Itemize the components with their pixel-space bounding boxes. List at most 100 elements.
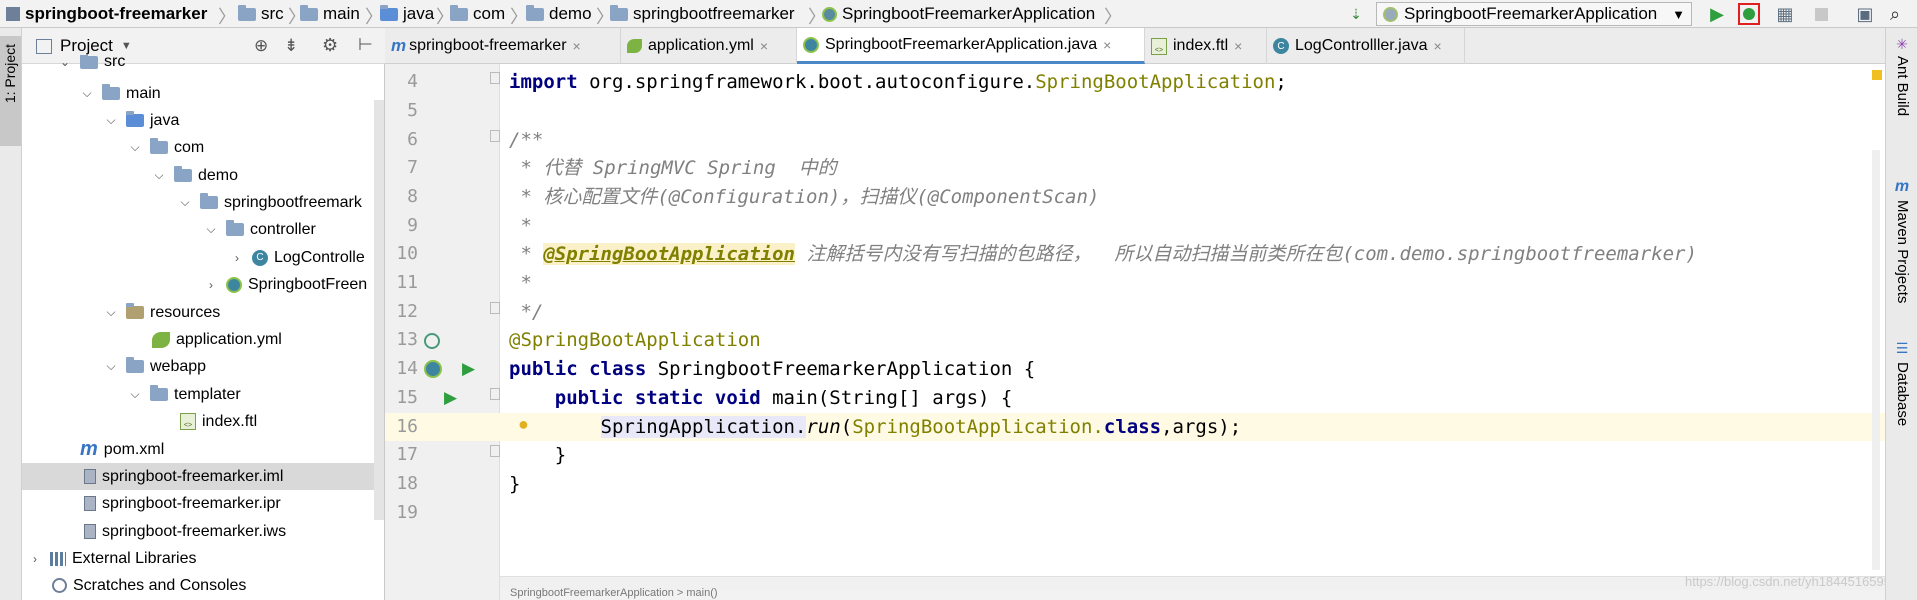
fold-icon[interactable] — [490, 72, 500, 84]
ant-build-tab[interactable]: ✳ Ant Build — [1891, 36, 1913, 166]
hide-panel-icon[interactable]: ⊢ — [358, 35, 373, 55]
fold-icon[interactable] — [490, 302, 500, 314]
search-icon[interactable]: ⌕ — [1884, 3, 1906, 25]
breadcrumb-com[interactable]: com — [450, 0, 505, 28]
code-text: SpringbootFreemarkerApplication { — [646, 358, 1036, 380]
tree-item-templater[interactable]: ⌵ templater — [128, 381, 241, 408]
tab-logcontrolller-java[interactable]: C LogControlller.java × — [1267, 28, 1465, 64]
springboot-class-icon[interactable] — [424, 360, 442, 378]
close-icon[interactable]: × — [760, 38, 768, 54]
close-icon[interactable]: × — [573, 38, 581, 54]
breadcrumb-java-label: java — [403, 4, 435, 23]
tree-item-main[interactable]: ⌵ main — [80, 80, 161, 107]
code-line-11: * — [509, 272, 532, 294]
run-gutter-icon[interactable]: ▶ — [462, 359, 475, 379]
iml-icon — [84, 496, 96, 511]
line-number: 11 — [396, 272, 418, 293]
project-structure-icon[interactable]: ▣ — [1854, 3, 1876, 25]
tab-springbootfreemarkerapplication-java[interactable]: SpringbootFreemarkerApplication.java × — [797, 28, 1145, 64]
tab-springboot-freemarker[interactable]: m springboot-freemarker × — [385, 28, 621, 64]
tree-item-scratches[interactable]: Scratches and Consoles — [52, 572, 246, 599]
breadcrumb-springbootfreemarker[interactable]: springbootfreemarker — [610, 0, 795, 28]
tab-index-ftl[interactable]: <> index.ftl × — [1145, 28, 1267, 64]
tree-item-springbootfreemarkerapplication[interactable]: › SpringbootFreen — [204, 271, 385, 298]
tree-item-src[interactable]: ⌄ src — [58, 55, 125, 69]
fold-icon[interactable] — [490, 388, 500, 400]
package-icon — [174, 166, 192, 182]
breadcrumb-project-label: springboot-freemarker — [25, 4, 208, 23]
class-icon: C — [1273, 38, 1289, 54]
inspection-marker-icon[interactable] — [1872, 70, 1882, 80]
maven-projects-tab[interactable]: m Maven Projects — [1891, 178, 1913, 328]
tree-item-ipr[interactable]: springboot-freemarker.ipr — [84, 490, 281, 517]
line-number: 6 — [407, 129, 418, 150]
tree-item-pom-xml[interactable]: m pom.xml — [80, 436, 164, 463]
tree-item-webapp[interactable]: ⌵ webapp — [104, 353, 206, 380]
tree-item-label: templater — [174, 385, 241, 403]
breadcrumb-src[interactable]: src — [238, 0, 284, 28]
fold-icon[interactable] — [490, 445, 500, 457]
folder-icon — [238, 4, 256, 21]
tab-label: SpringbootFreemarkerApplication.java — [825, 35, 1098, 53]
tree-item-com[interactable]: ⌵ com — [128, 134, 204, 161]
database-label: Database — [1894, 362, 1911, 427]
tree-item-java[interactable]: ⌵ java — [104, 107, 179, 134]
bean-icon[interactable] — [424, 333, 440, 349]
springboot-class-icon — [1383, 6, 1398, 22]
close-icon[interactable]: × — [1434, 38, 1442, 54]
close-icon[interactable]: × — [1103, 37, 1111, 53]
code-text: ; — [1275, 71, 1287, 93]
debug-icon[interactable] — [1738, 3, 1760, 25]
tree-item-controller[interactable]: ⌵ controller — [204, 216, 316, 243]
tab-application-yml[interactable]: application.yml × — [621, 28, 797, 64]
editor-scrollbar[interactable] — [1872, 150, 1880, 570]
folder-icon — [126, 303, 144, 319]
code-line-4: import org.springframework.boot.autoconf… — [509, 68, 1287, 96]
keyword: class — [1103, 416, 1162, 438]
close-icon[interactable]: × — [1234, 38, 1242, 54]
database-tab[interactable]: ☰ Database — [1891, 340, 1913, 440]
tree-item-label: SpringbootFreen — [248, 275, 368, 293]
scroll-from-source-icon[interactable]: ⊕ — [254, 36, 268, 56]
method-name: run — [806, 416, 841, 438]
coverage-icon[interactable]: ▦ — [1774, 3, 1796, 25]
breadcrumb-java[interactable]: java — [380, 0, 434, 28]
run-icon[interactable]: ▶ — [1706, 3, 1728, 25]
iml-icon — [84, 524, 96, 539]
code-line-14: public class SpringbootFreemarkerApplica… — [509, 355, 1035, 383]
package-icon — [450, 4, 468, 21]
breadcrumb-com-label: com — [473, 4, 506, 23]
tree-item-resources[interactable]: ⌵ resources — [104, 299, 220, 326]
tab-label: index.ftl — [1173, 37, 1229, 54]
breadcrumb-class[interactable]: SpringbootFreemarkerApplication — [822, 0, 1095, 28]
project-tool-tab[interactable]: 1: Project — [0, 36, 21, 146]
tree-item-iml[interactable]: springboot-freemarker.iml — [84, 463, 283, 490]
breadcrumb-main[interactable]: main — [300, 0, 360, 28]
code-line-6: /** — [509, 129, 544, 151]
stop-icon[interactable] — [1810, 3, 1832, 25]
chevron-down-icon: ⌵ — [154, 168, 164, 182]
project-scrollbar[interactable] — [374, 100, 384, 520]
project-view-label: Project — [60, 36, 113, 55]
run-gutter-icon[interactable]: ▶ — [444, 388, 457, 408]
chevron-down-icon: ⌵ — [106, 113, 116, 127]
tree-item-demo[interactable]: ⌵ demo — [152, 162, 238, 189]
breadcrumb-project[interactable]: springboot-freemarker — [6, 0, 207, 28]
class-icon: C — [252, 249, 268, 266]
tree-item-application-yml[interactable]: application.yml — [152, 326, 282, 353]
sort-icon[interactable]: ⇣ — [1345, 3, 1367, 25]
gear-icon[interactable]: ⚙ — [322, 35, 338, 56]
tree-item-external-libraries[interactable]: › External Libraries — [28, 545, 197, 572]
tree-item-index-ftl[interactable]: <> index.ftl — [180, 408, 257, 435]
fold-icon[interactable] — [490, 130, 500, 142]
line-number: 12 — [396, 301, 418, 322]
breadcrumb-demo[interactable]: demo — [526, 0, 592, 28]
tree-item-logcontroller[interactable]: › C LogControlle — [230, 244, 385, 271]
annotation-link[interactable]: @SpringBootApplication — [543, 243, 795, 265]
tree-item-springbootfreemarker[interactable]: ⌵ springbootfreemark — [178, 189, 385, 216]
tree-item-iws[interactable]: springboot-freemarker.iws — [84, 518, 286, 545]
collapse-all-icon[interactable]: ⇟ — [284, 36, 298, 56]
run-configuration-dropdown[interactable]: SpringbootFreemarkerApplication ▼ — [1376, 2, 1692, 26]
tree-item-label: com — [174, 138, 205, 156]
